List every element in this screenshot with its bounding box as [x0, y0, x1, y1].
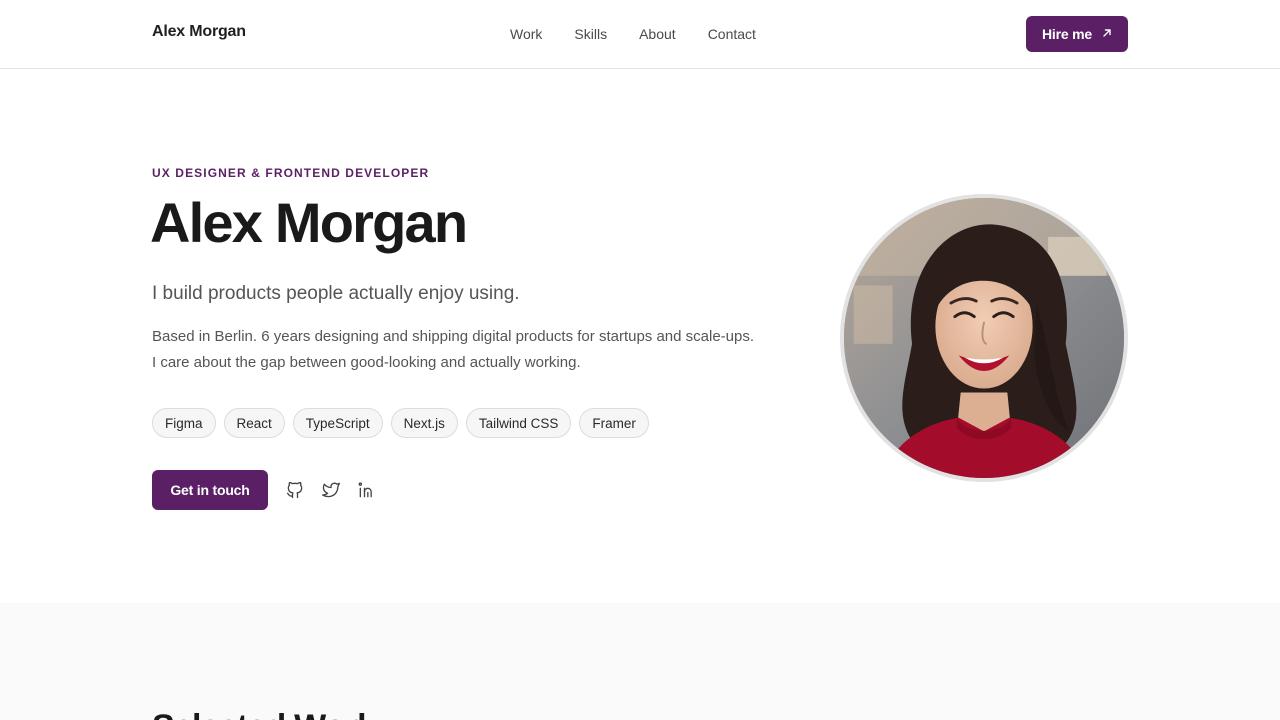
profile-photo: [840, 194, 1128, 482]
hire-me-button[interactable]: Hire me: [1026, 16, 1128, 52]
tag-framer: Framer: [579, 408, 649, 438]
get-in-touch-button[interactable]: Get in touch: [152, 470, 268, 510]
skill-tags: Figma React TypeScript Next.js Tailwind …: [152, 408, 649, 438]
tag-tailwind: Tailwind CSS: [465, 408, 572, 438]
hero-bio: Based in Berlin. 6 years designing and s…: [152, 324, 792, 376]
tag-typescript: TypeScript: [292, 408, 383, 438]
tag-figma: Figma: [152, 408, 216, 438]
hero-title: Alex Morgan: [150, 191, 468, 254]
selected-work-section: Selected Work: [0, 603, 1280, 720]
hire-me-label: Hire me: [1042, 26, 1092, 42]
tag-react: React: [223, 408, 285, 438]
tag-nextjs: Next.js: [390, 408, 458, 438]
role-eyebrow: UX DESIGNER & FRONTEND DEVELOPER: [152, 166, 430, 180]
linkedin-icon[interactable]: [356, 479, 378, 501]
bio-line: I care about the gap between good-lookin…: [152, 354, 581, 371]
hero-tagline: I build products people actually enjoy u…: [152, 283, 520, 304]
section-title: Selected Work: [152, 707, 376, 720]
brand-logo[interactable]: Alex Morgan: [152, 23, 246, 41]
top-nav: Alex Morgan Work Skills About Contact Hi…: [0, 0, 1280, 69]
social-links: [284, 479, 378, 501]
nav-link-work[interactable]: Work: [510, 25, 542, 43]
nav-link-about[interactable]: About: [639, 25, 676, 43]
nav-link-contact[interactable]: Contact: [708, 25, 756, 43]
nav-links: Work Skills About Contact: [510, 25, 788, 43]
arrow-up-right-icon: [1102, 28, 1112, 41]
twitter-icon[interactable]: [320, 479, 342, 501]
bio-line: Based in Berlin. 6 years designing and s…: [152, 328, 755, 345]
github-icon[interactable]: [284, 479, 306, 501]
cta-row: Get in touch: [152, 470, 378, 510]
nav-link-skills[interactable]: Skills: [574, 25, 607, 43]
